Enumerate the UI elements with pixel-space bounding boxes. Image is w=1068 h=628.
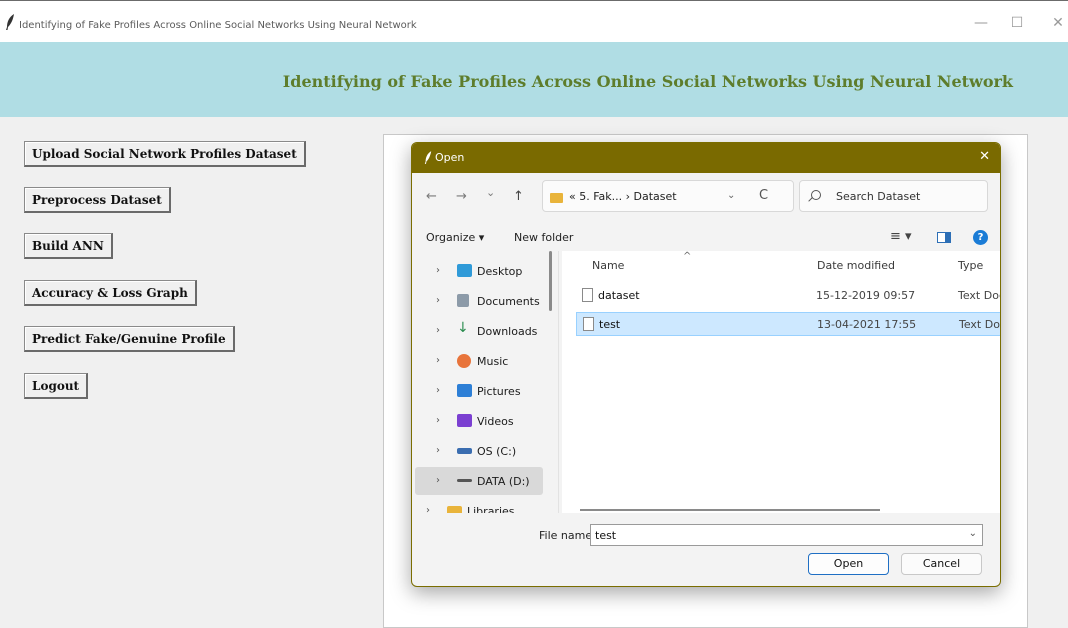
new-folder-button[interactable]: New folder — [514, 231, 573, 244]
dialog-close-icon[interactable]: ✕ — [979, 149, 990, 164]
file-list-pane: Name ^ Date modified Type dataset 15-12-… — [562, 251, 1000, 513]
sort-caret-icon: ^ — [683, 251, 692, 262]
preprocess-dataset-button[interactable]: Preprocess Dataset — [24, 187, 171, 213]
file-row-test[interactable]: test 13-04-2021 17:55 Text Document — [576, 312, 1000, 336]
up-arrow-icon[interactable]: ↑ — [513, 189, 524, 204]
nav-item-videos[interactable]: › Videos — [415, 407, 543, 435]
expand-arrow-icon[interactable]: › — [436, 295, 440, 306]
nav-item-pictures[interactable]: › Pictures — [415, 377, 543, 405]
page-heading: Identifying of Fake Profiles Across Onli… — [282, 72, 1013, 91]
pictures-icon — [457, 384, 472, 397]
expand-arrow-icon[interactable]: › — [436, 325, 440, 336]
feather-icon — [424, 151, 432, 164]
drive-c-icon — [457, 448, 472, 454]
downloads-icon: ↓ — [457, 320, 469, 336]
nav-item-label: DATA (D:) — [477, 475, 530, 488]
file-date: 15-12-2019 09:57 — [816, 289, 916, 302]
file-type: Text Document — [958, 289, 1000, 302]
recent-locations-icon[interactable]: ⌄ — [486, 186, 495, 199]
libraries-icon — [447, 506, 462, 513]
documents-icon — [457, 294, 469, 307]
expand-arrow-icon[interactable]: › — [426, 505, 430, 513]
window-title: Identifying of Fake Profiles Across Onli… — [19, 20, 417, 31]
accuracy-loss-graph-button[interactable]: Accuracy & Loss Graph — [24, 280, 197, 306]
logout-button[interactable]: Logout — [24, 373, 89, 399]
file-list-scrollbar[interactable] — [580, 509, 880, 511]
cancel-button[interactable]: Cancel — [901, 553, 982, 575]
nav-item-label: OS (C:) — [477, 445, 517, 458]
breadcrumb[interactable]: « 5. Fak... › Dataset — [569, 190, 677, 203]
nav-item-label: Music — [477, 355, 509, 368]
nav-pane-scrollbar[interactable] — [549, 251, 552, 311]
column-header-name[interactable]: Name — [592, 259, 624, 272]
window-title-bar: Identifying of Fake Profiles Across Onli… — [0, 0, 1068, 42]
text-file-icon — [583, 317, 594, 331]
drive-d-icon — [457, 479, 472, 482]
minimize-button[interactable]: — — [973, 15, 989, 31]
refresh-icon[interactable]: C — [759, 188, 768, 203]
expand-arrow-icon[interactable]: › — [436, 445, 440, 456]
open-file-dialog: Open ✕ ← → ⌄ ↑ « 5. Fak... › Dataset ⌄ C… — [411, 142, 1001, 587]
nav-item-downloads[interactable]: › ↓ Downloads — [415, 317, 543, 345]
view-options-icon[interactable]: ≡ ▾ — [890, 229, 912, 244]
nav-item-label: Desktop — [477, 265, 523, 278]
nav-item-label: Libraries — [467, 505, 515, 513]
nav-item-os-c[interactable]: › OS (C:) — [415, 437, 543, 465]
pane-divider[interactable] — [558, 251, 559, 513]
chevron-down-icon[interactable]: ⌄ — [727, 190, 735, 201]
search-placeholder: Search Dataset — [836, 190, 921, 203]
chevron-down-icon[interactable]: ⌄ — [969, 528, 977, 539]
nav-item-libraries[interactable]: › Libraries — [412, 497, 533, 513]
header-banner: Identifying of Fake Profiles Across Onli… — [0, 42, 1068, 117]
file-name: test — [599, 318, 621, 331]
expand-arrow-icon[interactable]: › — [436, 385, 440, 396]
dialog-navigation-row: ← → ⌄ ↑ « 5. Fak... › Dataset ⌄ C Search… — [412, 179, 1000, 215]
file-row-dataset[interactable]: dataset 15-12-2019 09:57 Text Document — [576, 284, 1000, 308]
nav-item-label: Pictures — [477, 385, 521, 398]
desktop-icon — [457, 264, 472, 277]
expand-arrow-icon[interactable]: › — [436, 265, 440, 276]
nav-item-label: Downloads — [477, 325, 538, 338]
nav-item-desktop[interactable]: › Desktop — [415, 257, 543, 285]
folder-icon — [550, 193, 563, 203]
predict-profile-button[interactable]: Predict Fake/Genuine Profile — [24, 326, 235, 352]
file-name: dataset — [598, 289, 640, 302]
nav-item-label: Documents — [477, 295, 540, 308]
videos-icon — [457, 414, 472, 427]
organize-menu[interactable]: Organize ▾ — [426, 231, 484, 244]
upload-dataset-button[interactable]: Upload Social Network Profiles Dataset — [24, 141, 306, 167]
column-header-type[interactable]: Type — [958, 259, 983, 272]
nav-item-data-d[interactable]: › DATA (D:) — [415, 467, 543, 495]
feather-icon — [6, 14, 14, 30]
file-name-input[interactable] — [591, 525, 961, 545]
nav-item-music[interactable]: › Music — [415, 347, 543, 375]
build-ann-button[interactable]: Build ANN — [24, 233, 113, 259]
file-type: Text Document — [959, 318, 1000, 331]
file-date: 13-04-2021 17:55 — [817, 318, 917, 331]
expand-arrow-icon[interactable]: › — [436, 475, 440, 486]
expand-arrow-icon[interactable]: › — [436, 415, 440, 426]
preview-pane-icon[interactable] — [937, 232, 951, 243]
help-icon[interactable]: ? — [973, 230, 988, 245]
nav-item-label: Videos — [477, 415, 514, 428]
dialog-toolbar: Organize ▾ New folder ≡ ▾ ? — [412, 227, 1000, 251]
search-icon — [811, 190, 821, 200]
text-file-icon — [582, 288, 593, 302]
nav-item-documents[interactable]: › Documents — [415, 287, 543, 315]
maximize-button[interactable]: ☐ — [1009, 15, 1025, 31]
back-arrow-icon[interactable]: ← — [426, 189, 437, 204]
forward-arrow-icon[interactable]: → — [456, 189, 467, 204]
open-button[interactable]: Open — [808, 553, 889, 575]
column-header-date[interactable]: Date modified — [817, 259, 895, 272]
dialog-title: Open — [435, 151, 465, 164]
navigation-pane: › Desktop › Documents › ↓ Downloads › Mu… — [412, 251, 558, 513]
search-box[interactable]: Search Dataset — [799, 180, 988, 212]
dialog-title-bar: Open ✕ — [412, 143, 1000, 173]
file-name-field[interactable]: ⌄ — [590, 524, 983, 546]
close-button[interactable]: ✕ — [1050, 15, 1066, 31]
music-icon — [457, 354, 471, 368]
expand-arrow-icon[interactable]: › — [436, 355, 440, 366]
file-name-label: File name: — [539, 529, 596, 542]
address-bar[interactable]: « 5. Fak... › Dataset ⌄ C — [542, 180, 794, 212]
